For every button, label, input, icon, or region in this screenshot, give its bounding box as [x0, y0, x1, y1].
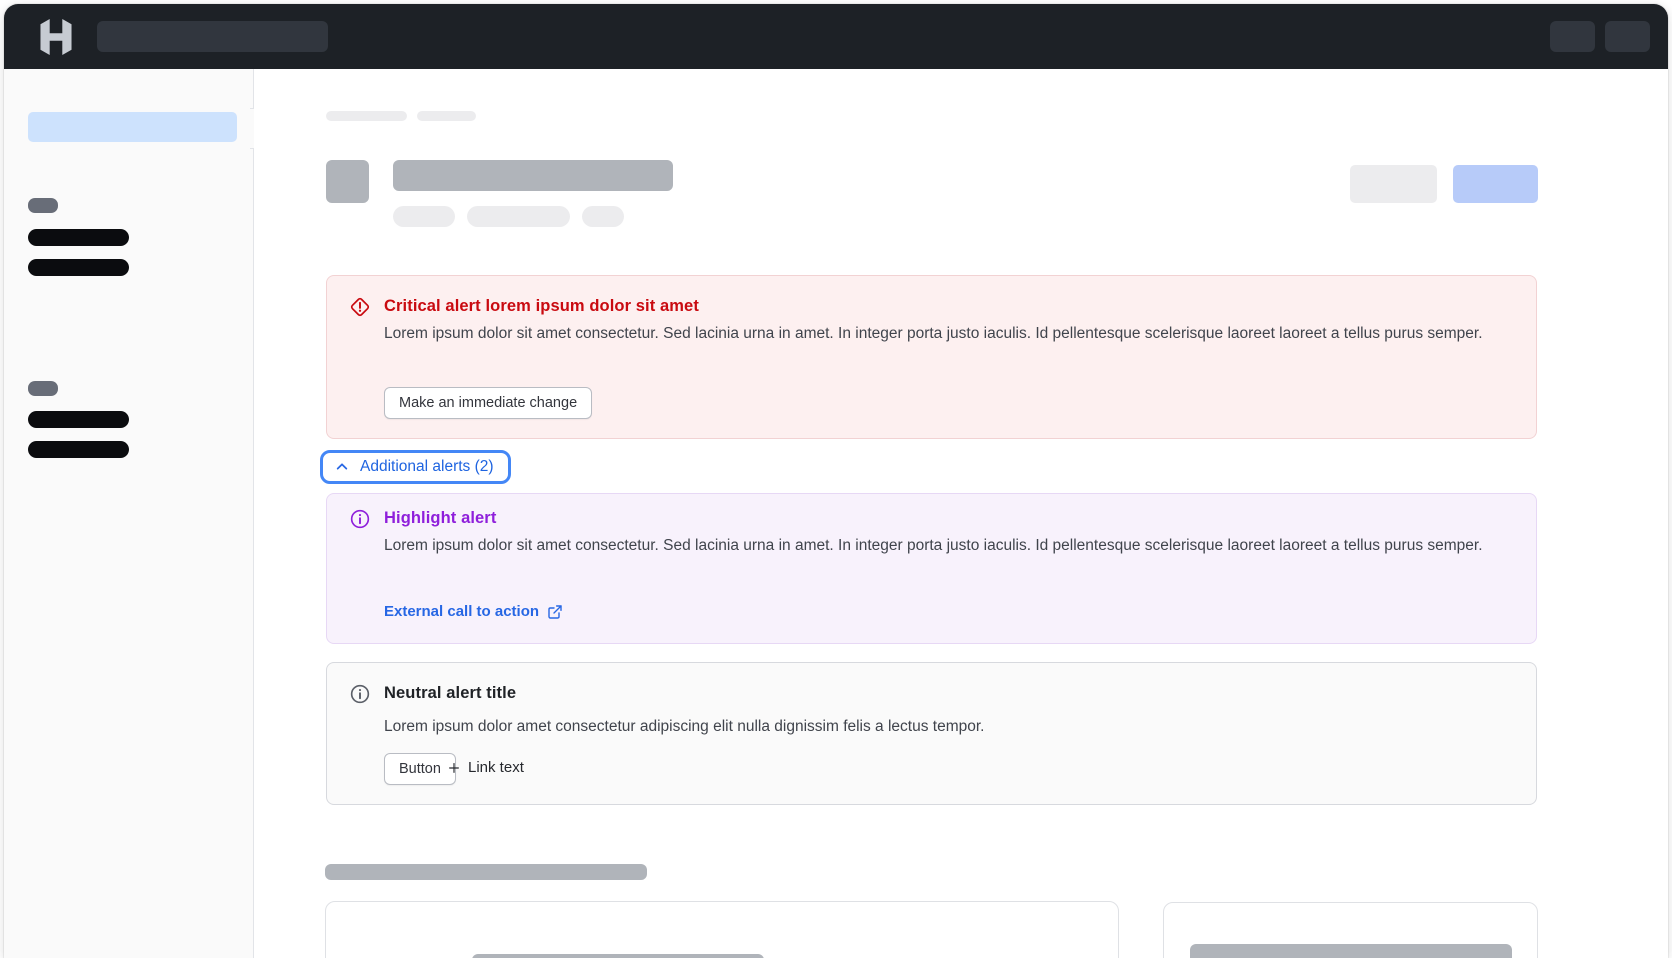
critical-alert-body: Lorem ipsum dolor sit amet consectetur. …: [384, 322, 1516, 346]
secondary-button-skeleton[interactable]: [1350, 165, 1437, 203]
topbar-action-button-skeleton[interactable]: [1550, 21, 1595, 52]
sidebar-item-skeleton[interactable]: [28, 441, 129, 458]
highlight-alert-body: Lorem ipsum dolor sit amet consectetur. …: [384, 534, 1516, 558]
tag-skeleton: [467, 206, 570, 227]
screenshot-canvas: Critical alert lorem ipsum dolor sit ame…: [0, 0, 1672, 958]
sidebar-item-skeleton[interactable]: [28, 229, 129, 246]
content-card-skeleton: [325, 901, 1119, 958]
info-circle-icon: [349, 508, 371, 530]
sidebar-item-skeleton[interactable]: [28, 259, 129, 276]
topbar-action-button-skeleton[interactable]: [1605, 21, 1650, 52]
add-link-label: Link text: [468, 759, 524, 776]
sidebar-item-skeleton[interactable]: [28, 411, 129, 428]
page-icon-skeleton: [326, 160, 369, 203]
additional-alerts-toggle[interactable]: Additional alerts (2): [325, 455, 506, 479]
info-circle-icon: [349, 683, 371, 705]
hashicorp-logo-icon: [38, 19, 74, 55]
neutral-alert: Neutral alert title Lorem ipsum dolor am…: [326, 662, 1537, 805]
page-title-skeleton: [393, 160, 673, 191]
sidebar-group-label-skeleton: [28, 381, 58, 396]
top-navigation-bar: [4, 4, 1668, 69]
neutral-alert-body: Lorem ipsum dolor amet consectetur adipi…: [384, 715, 1516, 739]
neutral-alert-button[interactable]: Button: [384, 753, 456, 785]
alert-diamond-icon: [349, 296, 371, 318]
critical-alert-title: Critical alert lorem ipsum dolor sit ame…: [384, 297, 699, 316]
toggle-focus-ring: Additional alerts (2): [320, 450, 511, 484]
add-link[interactable]: Link text: [447, 759, 524, 776]
tag-skeleton: [582, 206, 624, 227]
card-bar-skeleton: [1190, 944, 1512, 958]
search-input[interactable]: [97, 21, 328, 52]
plus-icon: [447, 761, 461, 775]
critical-alert: Critical alert lorem ipsum dolor sit ame…: [326, 275, 1537, 439]
sidebar-group-label-skeleton: [28, 198, 58, 213]
sidebar-selected-item-skeleton[interactable]: [28, 112, 237, 142]
highlight-alert: Highlight alert Lorem ipsum dolor sit am…: [326, 493, 1537, 644]
content-card-skeleton: [1163, 902, 1538, 958]
external-link-label: External call to action: [384, 603, 539, 620]
chevron-up-icon: [334, 459, 350, 475]
sidebar: [4, 69, 254, 958]
breadcrumb-skeleton: [417, 111, 476, 121]
section-title-skeleton: [325, 864, 647, 880]
external-call-to-action-link[interactable]: External call to action: [384, 603, 563, 620]
tag-skeleton: [393, 206, 455, 227]
app-window: Critical alert lorem ipsum dolor sit ame…: [4, 4, 1668, 958]
primary-button-skeleton[interactable]: [1453, 165, 1538, 203]
main-content: Critical alert lorem ipsum dolor sit ame…: [254, 69, 1668, 958]
breadcrumb-skeleton: [326, 111, 407, 121]
toggle-label: Additional alerts (2): [360, 458, 494, 476]
highlight-alert-title: Highlight alert: [384, 509, 496, 528]
immediate-change-button[interactable]: Make an immediate change: [384, 387, 592, 419]
card-bar-skeleton: [472, 954, 764, 958]
neutral-alert-title: Neutral alert title: [384, 684, 516, 703]
external-link-icon: [547, 604, 563, 620]
